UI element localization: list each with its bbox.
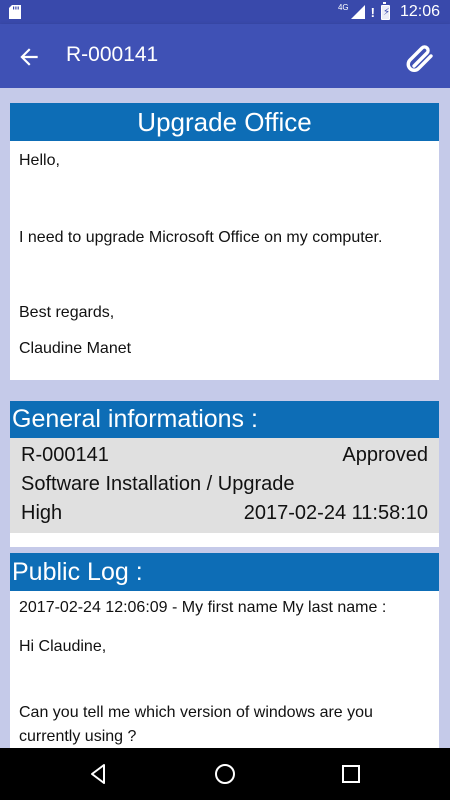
- message-signature: Claudine Manet: [19, 340, 132, 357]
- request-id: R-000141: [21, 444, 109, 466]
- category-value: Software Installation / Upgrade: [21, 473, 295, 495]
- log-line-1: Can you tell me which version of windows…: [19, 704, 373, 721]
- info-row-priority: High 2017-02-24 11:58:10: [21, 499, 428, 528]
- no-sim-icon: !: [370, 4, 375, 20]
- message-closing: Best regards,: [19, 304, 115, 321]
- circle-home-icon[interactable]: [213, 762, 237, 786]
- status-value: Approved: [342, 444, 428, 466]
- sd-card-icon: [9, 5, 21, 19]
- triangle-back-icon[interactable]: [87, 762, 111, 786]
- log-line-2: currently using ?: [19, 728, 137, 745]
- general-info-card: General informations : R-000141 Approved…: [10, 401, 439, 547]
- request-message: Hello, I need to upgrade Microsoft Offic…: [10, 141, 439, 358]
- request-title: Upgrade Office: [10, 103, 439, 141]
- status-bar: 4G ! ⚡ 12:06: [0, 0, 450, 24]
- content-area[interactable]: Upgrade Office Hello, I need to upgrade …: [0, 88, 450, 748]
- message-greeting: Hello,: [19, 152, 60, 169]
- request-card: Upgrade Office Hello, I need to upgrade …: [10, 103, 439, 380]
- square-recents-icon[interactable]: [339, 762, 363, 786]
- battery-icon: ⚡: [380, 1, 390, 20]
- arrow-back-icon[interactable]: [16, 44, 42, 70]
- app-bar: R-000141: [0, 24, 450, 88]
- info-row-category: Software Installation / Upgrade: [21, 470, 428, 499]
- network-type-label: 4G: [337, 2, 349, 12]
- info-row-id: R-000141 Approved: [21, 438, 428, 470]
- paperclip-icon[interactable]: [404, 42, 436, 72]
- public-log-heading: Public Log :: [10, 553, 439, 591]
- page-title: R-000141: [66, 43, 159, 66]
- log-entry-header: 2017-02-24 12:06:09 - My first name My l…: [19, 599, 387, 616]
- general-info-heading: General informations :: [10, 401, 439, 438]
- message-text: I need to upgrade Microsoft Office on my…: [19, 229, 383, 246]
- log-entry: 2017-02-24 12:06:09 - My first name My l…: [10, 593, 439, 748]
- navigation-bar: [0, 748, 450, 800]
- public-log-card: Public Log : 2017-02-24 12:06:09 - My fi…: [10, 553, 439, 748]
- priority-value: High: [21, 502, 63, 524]
- date-value: 2017-02-24 11:58:10: [243, 502, 428, 524]
- general-info-box: R-000141 Approved Software Installation …: [10, 438, 439, 533]
- signal-icon: [350, 5, 365, 19]
- clock: 12:06: [399, 3, 440, 20]
- log-greeting: Hi Claudine,: [19, 638, 107, 655]
